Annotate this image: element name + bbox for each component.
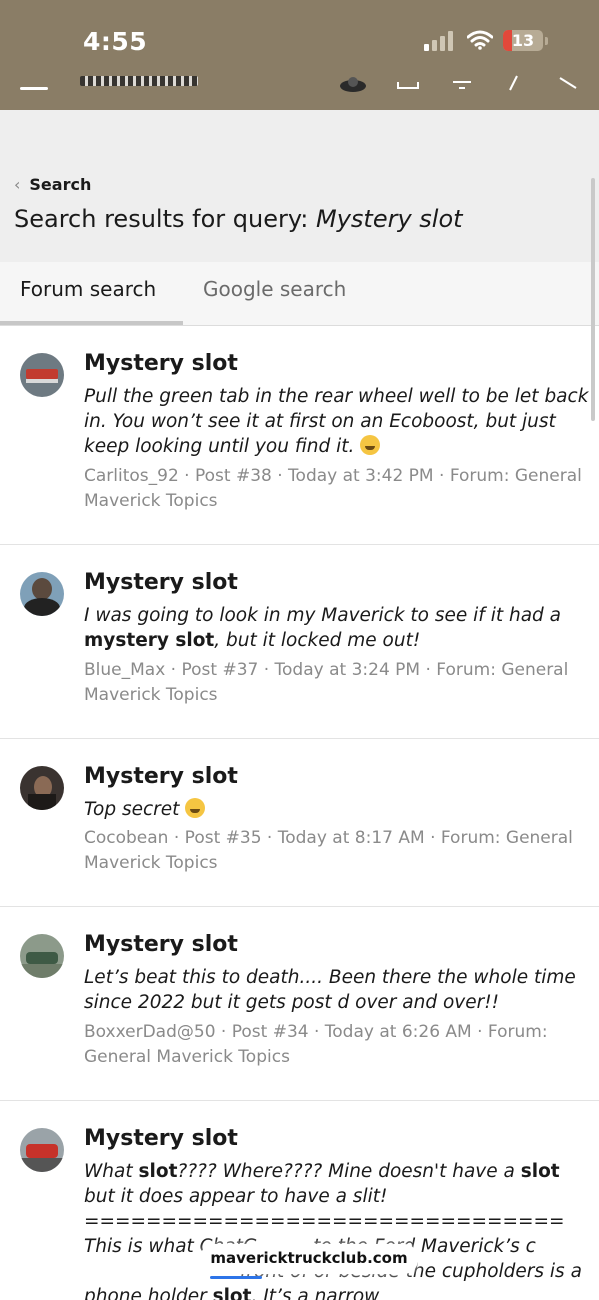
- result-snippet-highlight: slot: [212, 1286, 252, 1300]
- result-snippet-highlight: slot: [138, 1161, 178, 1182]
- page-load-progress: [210, 1276, 262, 1279]
- page-title: Search results for query: Mystery slot: [14, 205, 463, 233]
- search-result[interactable]: Mystery slot Top secret Cocobean · Post …: [0, 739, 599, 907]
- result-snippet: Pull the green tab in the rear wheel wel…: [84, 384, 589, 459]
- avatar[interactable]: [20, 766, 64, 810]
- chevron-left-icon: ‹: [14, 175, 21, 194]
- battery-tip: [545, 37, 548, 45]
- result-title[interactable]: Mystery slot: [84, 351, 238, 376]
- avatar[interactable]: [20, 1128, 64, 1172]
- site-logo[interactable]: [80, 76, 198, 86]
- search-result[interactable]: Mystery slot Pull the green tab in the r…: [0, 326, 599, 545]
- result-meta: Carlitos_92 · Post #38 · Today at 3:42 P…: [84, 466, 582, 511]
- avatar[interactable]: [20, 572, 64, 616]
- breadcrumb-label[interactable]: Search: [29, 175, 91, 194]
- cellular-signal-icon: [424, 31, 456, 51]
- result-snippet-text: I was going to look in my Maverick to se…: [84, 605, 561, 626]
- status-header-bar: 4:55 13: [0, 0, 599, 110]
- result-snippet-text: Top secret: [84, 799, 180, 820]
- result-title[interactable]: Mystery slot: [84, 932, 238, 957]
- result-snippet-text: ???? Where???? Mine doesn't have a: [177, 1161, 521, 1182]
- result-snippet-text: Pull the green tab in the rear wheel wel…: [84, 386, 589, 457]
- result-snippet: Top secret: [84, 797, 589, 822]
- result-snippet: I was going to look in my Maverick to se…: [84, 603, 589, 653]
- active-tab-indicator: [0, 321, 183, 325]
- result-title[interactable]: Mystery slot: [84, 764, 238, 789]
- page-title-query: Mystery slot: [316, 205, 463, 233]
- battery-level: 13: [511, 31, 535, 50]
- breadcrumb[interactable]: ‹ Search: [14, 175, 91, 194]
- bell-icon[interactable]: [451, 74, 473, 92]
- tab-google-search[interactable]: Google search: [203, 277, 346, 301]
- inbox-icon[interactable]: [397, 74, 419, 90]
- result-snippet-text: but it does appear to have a slit!: [84, 1186, 388, 1207]
- search-result[interactable]: Mystery slot Let’s beat this to death...…: [0, 907, 599, 1101]
- url-text[interactable]: mavericktruckclub.com: [200, 1249, 418, 1267]
- compose-icon[interactable]: [505, 74, 521, 92]
- result-title[interactable]: Mystery slot: [84, 1126, 238, 1151]
- url-bar[interactable]: mavericktruckclub.com: [200, 1244, 418, 1274]
- result-snippet-text: . It’s a narrow: [251, 1286, 380, 1300]
- avatar[interactable]: [20, 934, 64, 978]
- shushing-face-emoji-icon: [185, 798, 206, 818]
- status-time: 4:55: [83, 27, 148, 56]
- avatar-icon[interactable]: [338, 74, 368, 94]
- result-snippet: What slot???? Where???? Mine doesn't hav…: [84, 1159, 589, 1300]
- result-snippet: Let’s beat this to death.... Been there …: [84, 967, 576, 1013]
- result-snippet-text: What: [84, 1161, 139, 1182]
- search-tabs: Forum search Google search: [0, 262, 599, 326]
- grinning-emoji-icon: [360, 435, 381, 455]
- result-meta: Blue_Max · Post #37 · Today at 3:24 PM ·…: [84, 660, 569, 705]
- result-title[interactable]: Mystery slot: [84, 570, 238, 595]
- page-title-prefix: Search results for query:: [14, 205, 316, 233]
- result-snippet-highlight: mystery slot: [84, 630, 215, 651]
- tab-forum-search[interactable]: Forum search: [20, 277, 156, 301]
- result-meta: BoxxerDad@50 · Post #34 · Today at 6:26 …: [84, 1022, 548, 1067]
- search-icon[interactable]: [556, 74, 578, 92]
- battery-icon: 13: [503, 30, 543, 51]
- result-snippet-text: , but it locked me out!: [214, 630, 421, 651]
- result-meta: Cocobean · Post #35 · Today at 8:17 AM ·…: [84, 828, 573, 873]
- avatar[interactable]: [20, 353, 64, 397]
- menu-icon[interactable]: [20, 87, 48, 90]
- result-snippet-highlight: slot: [520, 1161, 560, 1182]
- wifi-icon: [467, 30, 493, 50]
- search-result[interactable]: Mystery slot I was going to look in my M…: [0, 545, 599, 739]
